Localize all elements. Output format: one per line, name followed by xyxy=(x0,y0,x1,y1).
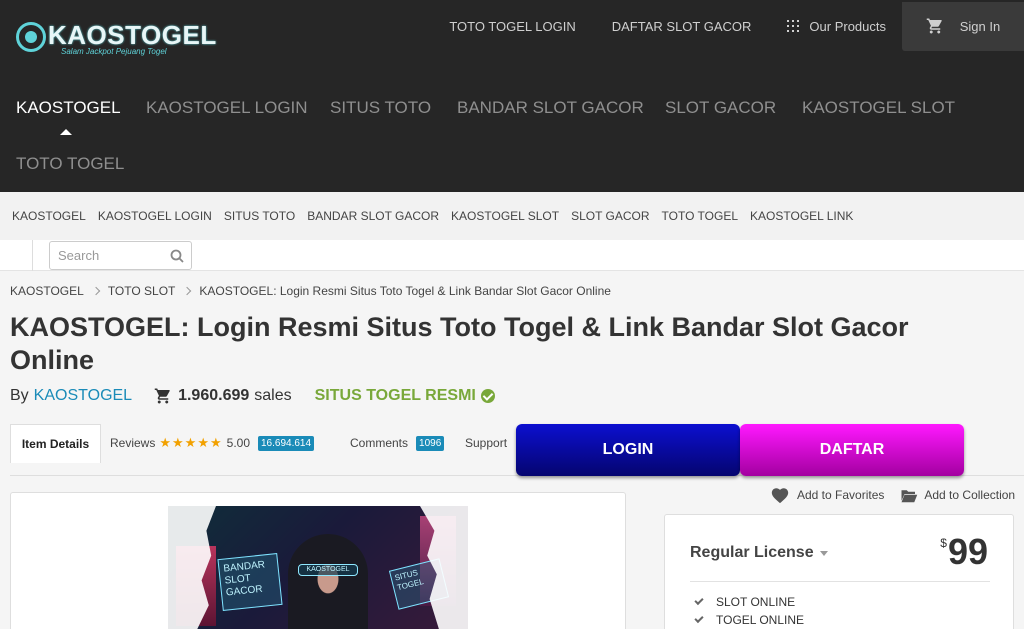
star-rating-icon: ★★★★★ xyxy=(159,435,223,450)
preview-image[interactable]: KAOSTOGEL BANDAR SLOT GACOR SITUS TOGEL xyxy=(168,506,468,629)
sales-label: sales xyxy=(254,387,292,404)
main-nav-item-kaostogel[interactable]: KAOSTOGEL xyxy=(16,98,121,118)
heart-icon xyxy=(771,488,789,504)
divider xyxy=(690,581,990,582)
add-to-collection-link[interactable]: Add to Collection xyxy=(900,488,1015,503)
apps-grid-icon xyxy=(787,20,800,32)
main-nav-item-situs-toto[interactable]: SITUS TOTO xyxy=(330,98,431,118)
breadcrumb-item[interactable]: TOTO SLOT xyxy=(108,284,176,298)
sub-nav-item[interactable]: SLOT GACOR xyxy=(571,209,649,223)
add-to-favorites-link[interactable]: Add to Favorites xyxy=(770,486,900,504)
license-selector[interactable]: Regular License xyxy=(690,544,828,562)
visor-text: KAOSTOGEL xyxy=(298,564,358,576)
page-title: KAOSTOGEL: Login Resmi Situs Toto Togel … xyxy=(10,312,909,375)
status-badge: SITUS TOGEL RESMI xyxy=(315,387,495,405)
author-link[interactable]: KAOSTOGEL xyxy=(34,387,132,405)
folder-open-icon xyxy=(901,489,918,502)
by-label: By xyxy=(10,387,29,404)
sub-nav-item[interactable]: KAOSTOGEL LOGIN xyxy=(98,209,212,223)
price: $ 99 xyxy=(940,533,988,571)
check-icon xyxy=(694,613,704,624)
breadcrumb-current: KAOSTOGEL: Login Resmi Situs Toto Togel … xyxy=(199,284,611,298)
license-feature-label: TOGEL ONLINE xyxy=(716,613,805,627)
tab-support[interactable]: Support xyxy=(465,424,507,462)
license-feature: SLOT ONLINE xyxy=(694,595,796,609)
search-icon[interactable] xyxy=(170,249,184,263)
sub-nav-item[interactable]: BANDAR SLOT GACOR xyxy=(307,209,439,223)
sub-nav: KAOSTOGEL KAOSTOGEL LOGIN SITUS TOTO BAN… xyxy=(0,192,1024,240)
tab-reviews[interactable]: Reviews ★★★★★ 5.00 16.694.614 xyxy=(110,424,315,462)
main-nav-item-kaostogel-slot[interactable]: KAOSTOGEL SLOT xyxy=(802,98,955,118)
main-nav-item-toto-togel[interactable]: TOTO TOGEL xyxy=(16,154,124,174)
check-icon xyxy=(694,595,704,606)
cart-icon xyxy=(154,388,170,404)
search-input[interactable] xyxy=(50,242,165,269)
collection-label: Add to Collection xyxy=(924,488,1016,502)
active-caret-icon xyxy=(60,129,72,135)
search-bar xyxy=(0,240,1024,271)
sub-nav-item[interactable]: KAOSTOGEL SLOT xyxy=(451,209,559,223)
tab-comments[interactable]: Comments 1096 xyxy=(350,424,445,462)
item-preview: KAOSTOGEL BANDAR SLOT GACOR SITUS TOGEL xyxy=(10,492,626,629)
daftar-button[interactable]: DAFTAR xyxy=(740,424,964,476)
breadcrumb: KAOSTOGEL TOTO SLOT KAOSTOGEL: Login Res… xyxy=(10,284,611,298)
breadcrumb-item[interactable]: KAOSTOGEL xyxy=(10,284,84,298)
sub-nav-item[interactable]: KAOSTOGEL xyxy=(12,209,86,223)
license-name: Regular License xyxy=(690,544,814,561)
character-figure xyxy=(288,534,368,629)
status-badge-label: SITUS TOGEL RESMI xyxy=(314,387,476,404)
item-actions: Add to Favorites Add to Collection xyxy=(770,486,1015,504)
license-feature-label: SLOT ONLINE xyxy=(716,595,796,609)
search-box xyxy=(49,241,192,270)
license-box: Regular License $ 99 SLOT ONLINE TOGEL O… xyxy=(664,514,1014,629)
chevron-down-icon xyxy=(819,550,828,556)
header-links: TOTO TOGEL LOGIN DAFTAR SLOT GACOR Our P… xyxy=(449,0,1024,52)
tab-item-details[interactable]: Item Details xyxy=(10,424,101,463)
license-feature: TOGEL ONLINE xyxy=(694,613,805,627)
our-products-menu[interactable]: Our Products xyxy=(787,19,886,34)
sub-nav-item[interactable]: SITUS TOTO xyxy=(224,209,295,223)
main-nav-item-slot-gacor[interactable]: SLOT GACOR xyxy=(665,98,776,118)
our-products-label: Our Products xyxy=(809,18,886,34)
daftar-slot-gacor-link[interactable]: DAFTAR SLOT GACOR xyxy=(612,19,752,34)
logo-tagline: Salam Jackpot Pejuang Togel xyxy=(61,47,167,56)
sales-count: 1.960.699 xyxy=(178,387,250,404)
main-nav-item-kaostogel-login[interactable]: KAOSTOGEL LOGIN xyxy=(146,98,308,118)
tab-comments-label: Comments xyxy=(350,436,409,450)
top-header: KAOSTOGEL Salam Jackpot Pejuang Togel TO… xyxy=(0,0,1024,192)
neon-sign: BANDAR SLOT GACOR xyxy=(217,553,283,611)
reviews-count-badge: 16.694.614 xyxy=(258,435,315,451)
cart-icon xyxy=(926,18,942,34)
eye-logo-icon xyxy=(16,22,46,52)
chevron-right-icon xyxy=(91,286,101,296)
toto-togel-login-link[interactable]: TOTO TOGEL LOGIN xyxy=(449,19,575,34)
tab-item-details-label: Item Details xyxy=(21,437,90,451)
divider xyxy=(32,240,33,271)
signin-button[interactable]: Sign In xyxy=(902,1,1024,51)
item-meta: By KAOSTOGEL 1.960.699 sales SITUS TOGEL… xyxy=(10,387,495,405)
logo[interactable]: KAOSTOGEL Salam Jackpot Pejuang Togel xyxy=(14,18,216,62)
login-button[interactable]: LOGIN xyxy=(516,424,740,476)
verified-check-icon xyxy=(480,389,495,403)
tab-reviews-label: Reviews xyxy=(110,436,156,450)
sub-nav-item[interactable]: TOTO TOGEL xyxy=(662,209,738,223)
comments-count-badge: 1096 xyxy=(416,435,445,451)
tab-support-label: Support xyxy=(465,436,508,450)
main-nav-item-bandar-slot-gacor[interactable]: BANDAR SLOT GACOR xyxy=(457,98,644,118)
chevron-right-icon xyxy=(183,286,192,296)
sub-nav-item[interactable]: KAOSTOGEL LINK xyxy=(750,209,853,223)
price-currency: $ xyxy=(940,536,947,550)
sales-info: 1.960.699 sales xyxy=(154,387,292,405)
favorites-label: Add to Favorites xyxy=(797,488,885,502)
rating-value: 5.00 xyxy=(226,436,250,450)
signin-label: Sign In xyxy=(959,18,1001,34)
price-amount: 99 xyxy=(947,531,988,572)
